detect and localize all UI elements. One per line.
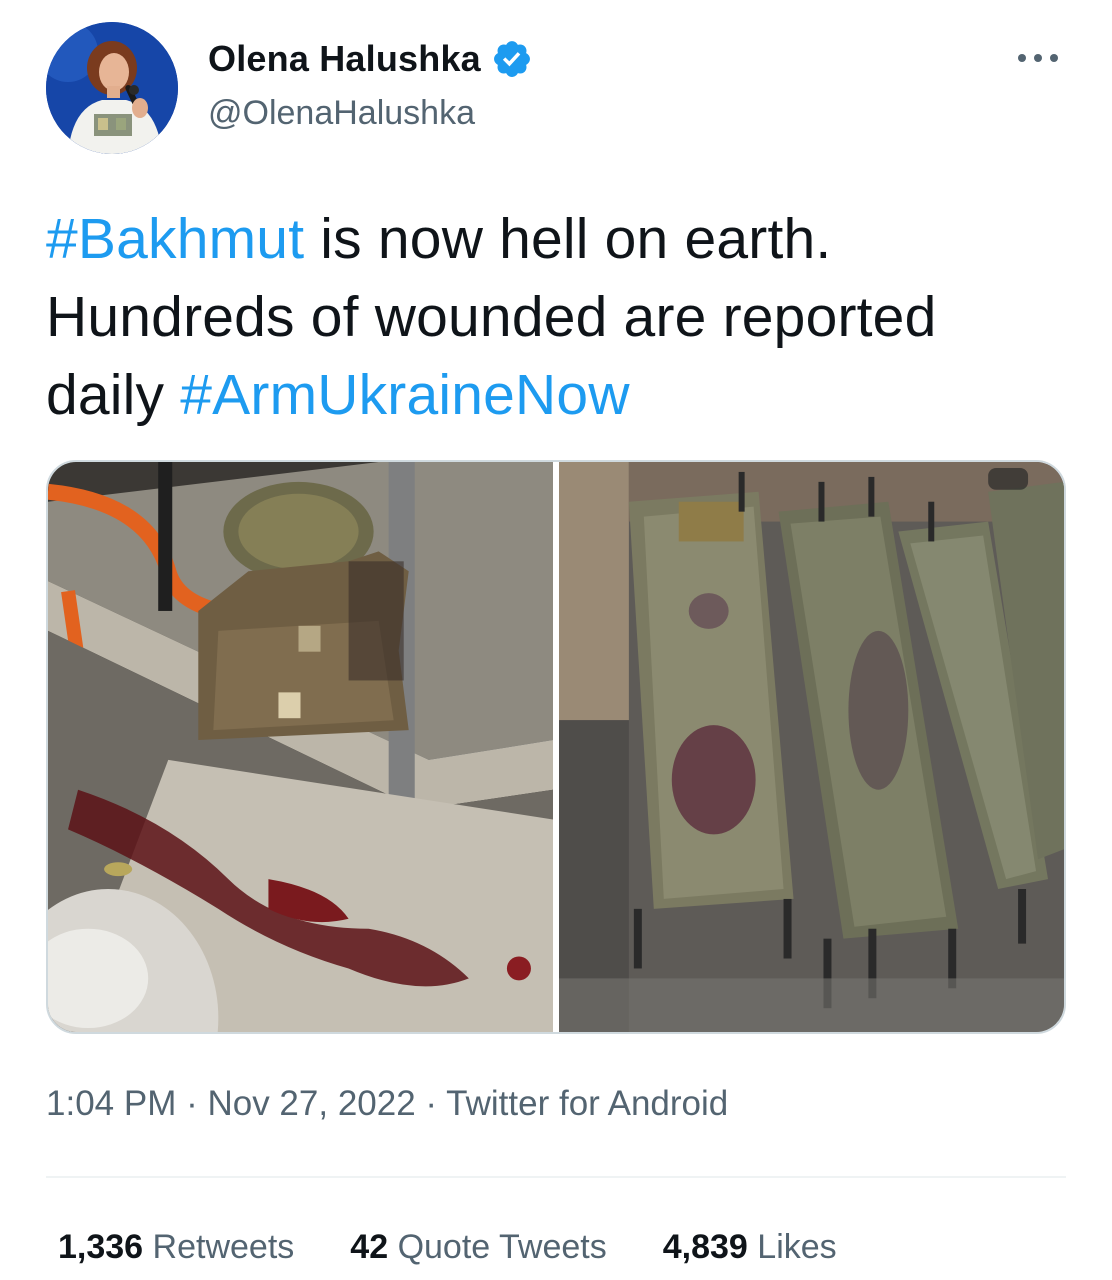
tweet-source[interactable]: Twitter for Android [446, 1084, 728, 1123]
tweet-text: #Bakhmut is now hell on earth. Hundreds … [46, 200, 1066, 434]
body-armor-photo [48, 462, 553, 1032]
more-dot-icon [1050, 54, 1058, 62]
likes-stat[interactable]: 4,839 Likes [663, 1228, 837, 1267]
more-dot-icon [1018, 54, 1026, 62]
author-name-row: Olena Halushka [208, 38, 533, 80]
avatar-photo [46, 22, 178, 154]
quote-tweets-count: 42 [350, 1228, 389, 1266]
quote-tweets-stat[interactable]: 42 Quote Tweets [350, 1228, 606, 1267]
meta-separator: · [415, 1084, 447, 1123]
tweet-time[interactable]: 1:04 PM [46, 1084, 176, 1123]
author-handle[interactable]: @OlenaHalushka [208, 94, 475, 133]
quote-tweets-label: Quote Tweets [397, 1228, 607, 1266]
more-options-button[interactable] [1014, 40, 1062, 76]
divider [46, 1176, 1066, 1178]
retweets-count: 1,336 [58, 1228, 144, 1266]
media-grid [46, 460, 1066, 1034]
retweets-stat[interactable]: 1,336 Retweets [58, 1228, 294, 1267]
hashtag-link[interactable]: #ArmUkraineNow [180, 363, 629, 427]
hashtag-link[interactable]: #Bakhmut [46, 207, 304, 271]
tweet-card: Olena Halushka @OlenaHalushka #Bakhmut i… [0, 0, 1112, 1280]
author-display-name[interactable]: Olena Halushka [208, 38, 481, 80]
likes-label: Likes [757, 1228, 837, 1266]
tweet-meta: 1:04 PM · Nov 27, 2022 · Twitter for And… [46, 1084, 728, 1124]
media-photo-1[interactable] [48, 462, 553, 1032]
meta-separator: · [176, 1084, 208, 1123]
likes-count: 4,839 [662, 1228, 748, 1266]
tweet-stats: 1,336 Retweets 42 Quote Tweets 4,839 Lik… [58, 1228, 837, 1267]
more-dot-icon [1034, 54, 1042, 62]
tweet-date[interactable]: Nov 27, 2022 [207, 1084, 415, 1123]
author-avatar[interactable] [46, 22, 178, 154]
verified-badge-icon [491, 38, 533, 80]
media-photo-2[interactable] [559, 462, 1064, 1032]
retweets-label: Retweets [152, 1228, 295, 1266]
stretchers-photo [559, 462, 1064, 1032]
